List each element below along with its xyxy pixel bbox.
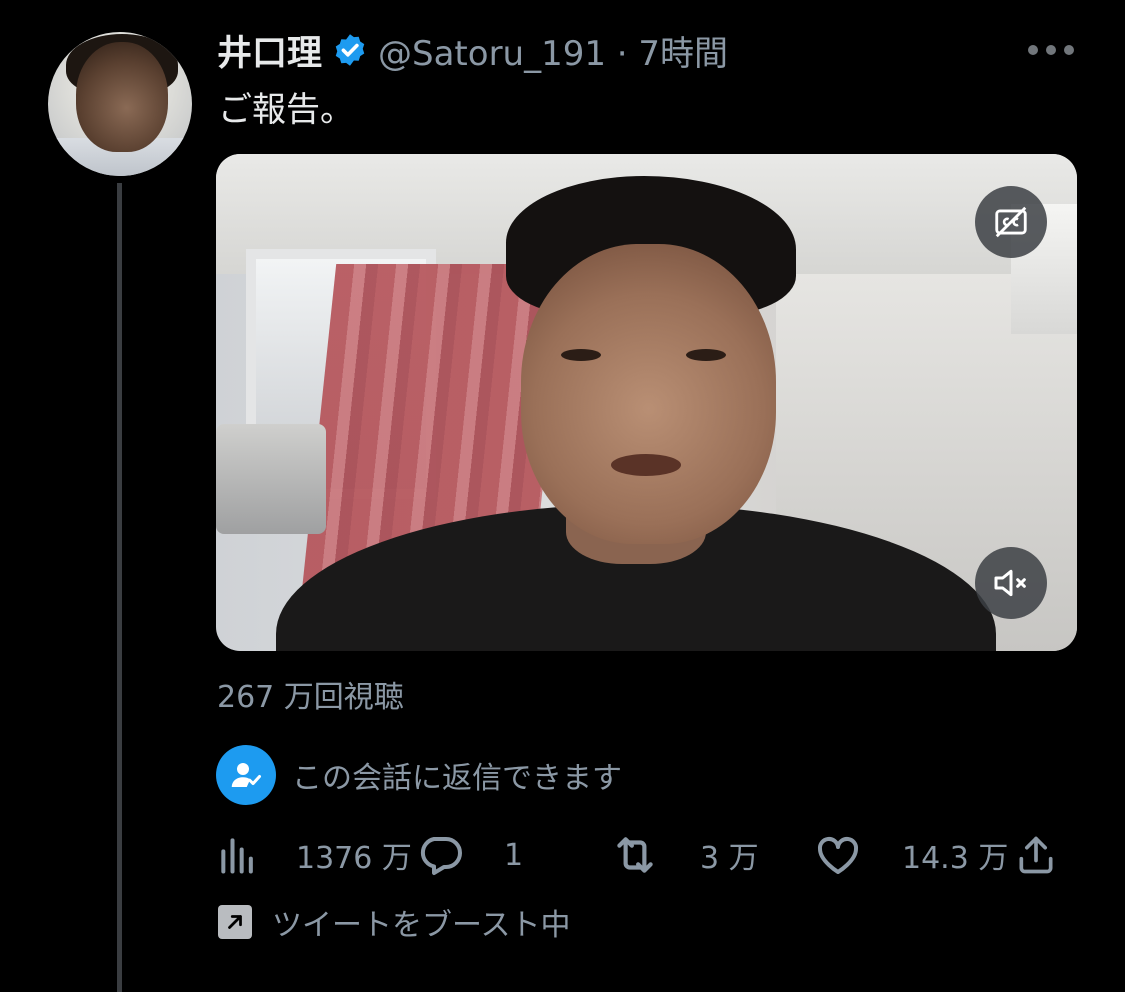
verified-badge-icon [335, 34, 365, 66]
video-player[interactable] [216, 154, 1077, 651]
user-check-icon [216, 745, 276, 805]
unmute-button[interactable] [975, 547, 1047, 619]
captions-off-icon [995, 206, 1027, 238]
handle-and-time[interactable]: @Satoru_191 · 7時間 [378, 26, 728, 75]
reply-count: 1 [504, 837, 524, 873]
reply-permission-text: この会話に返信できます [292, 761, 622, 796]
retweet-count: 3 万 [700, 841, 759, 876]
more-options-icon[interactable] [1028, 38, 1074, 62]
tweet-actions: 1376 万 1 3 万 14.3 万 [216, 830, 1066, 880]
view-count: 1376 万 [296, 841, 412, 876]
display-name[interactable]: 井口理 [217, 25, 322, 76]
like-count: 14.3 万 [902, 841, 1009, 876]
retweet-icon [617, 837, 653, 873]
volume-muted-icon [994, 569, 1026, 597]
reply-permission[interactable]: この会話に返信できます [216, 745, 622, 805]
boost-row[interactable]: ツイートをブースト中 [218, 900, 571, 944]
captions-off-button[interactable] [975, 186, 1047, 258]
avatar[interactable] [48, 32, 192, 176]
like-button[interactable]: 14.3 万 [814, 830, 1008, 880]
promote-arrow-icon [218, 905, 252, 939]
boost-text: ツイートをブースト中 [272, 908, 571, 943]
reply-button[interactable]: 1 [416, 830, 523, 880]
share-button[interactable] [1014, 830, 1058, 880]
analytics-icon [221, 838, 253, 874]
thread-line [117, 183, 122, 992]
share-icon [1019, 836, 1053, 874]
tweet-header: 井口理 @Satoru_191 · 7時間 [217, 24, 728, 76]
analytics-button[interactable]: 1376 万 [216, 830, 412, 880]
video-view-count: 267 万回視聴 [217, 680, 404, 715]
retweet-button[interactable]: 3 万 [610, 830, 759, 880]
tweet-text: ご報告。 [218, 90, 354, 130]
reply-bubble-icon [420, 837, 462, 875]
tweet-detail: 井口理 @Satoru_191 · 7時間 ご報告。 267 万回視聴 この会話… [0, 0, 1125, 992]
heart-icon [817, 837, 859, 874]
